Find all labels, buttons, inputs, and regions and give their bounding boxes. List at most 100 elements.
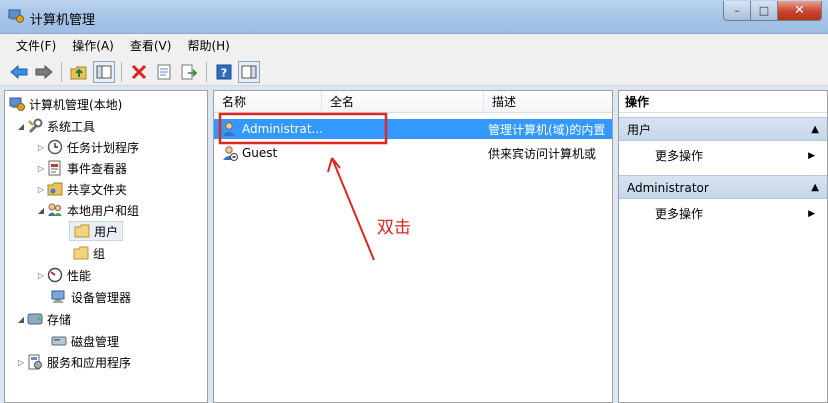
row-name: Administrat...: [242, 122, 322, 136]
list-header: 名称 全名 描述: [214, 91, 612, 113]
more-actions-item[interactable]: 更多操作 ▶: [619, 145, 827, 167]
column-header-description[interactable]: 描述: [484, 91, 612, 113]
help-icon: ?: [216, 64, 232, 79]
tree-item-event-viewer[interactable]: ▷ 事件查看器: [35, 158, 127, 178]
export-icon: [181, 64, 197, 79]
tree-item-label: 共享文件夹: [67, 182, 128, 197]
section-title: Administrator: [627, 181, 709, 195]
tree-item-groups[interactable]: 组: [73, 243, 105, 263]
tree-item-label: 本地用户和组: [67, 203, 140, 218]
actions-section-administrator[interactable]: Administrator ▲: [619, 175, 827, 200]
submenu-arrow-icon: ▶: [808, 151, 815, 161]
computer-management-icon: [9, 96, 25, 112]
back-arrow-icon: [10, 64, 28, 79]
action-pane-icon: [241, 65, 257, 78]
toolbar: ?: [0, 58, 828, 86]
actions-pane: 操作 用户 ▲ 更多操作 ▶ Administrator ▲ 更多操作 ▶: [618, 90, 828, 403]
close-button[interactable]: ✕: [778, 1, 822, 21]
tree-item-storage[interactable]: ◢ 存储: [15, 309, 71, 329]
tree-item-system-tools[interactable]: ◢ 系统工具: [15, 116, 95, 136]
menu-view[interactable]: 查看(V): [122, 34, 180, 58]
export-list-button[interactable]: [178, 61, 200, 83]
tree-item-label: 磁盘管理: [71, 334, 120, 349]
row-name: Guest: [242, 146, 278, 160]
clock-icon: [47, 139, 63, 155]
title-bar[interactable]: 计算机管理 – □ ✕: [0, 0, 828, 34]
tree-item-performance[interactable]: ▷ 性能: [35, 265, 91, 285]
column-header-name[interactable]: 名称: [214, 91, 322, 113]
console-tree[interactable]: 计算机管理(本地) ◢ 系统工具 ▷ 任务计划程序 ▷ 事件查看器 ▷ 共享文件…: [4, 90, 208, 403]
expand-arrow-icon[interactable]: ▷: [35, 271, 47, 280]
collapse-arrow-icon[interactable]: ◢: [15, 122, 27, 131]
event-viewer-icon: [47, 160, 63, 176]
services-icon: [27, 354, 43, 370]
toolbar-separator: [61, 61, 62, 82]
expand-arrow-icon[interactable]: ▷: [35, 143, 47, 152]
row-name-cell: Administrat...: [214, 121, 322, 137]
properties-button[interactable]: [153, 61, 175, 83]
show-hide-tree-button[interactable]: [93, 60, 115, 83]
action-label: 更多操作: [655, 207, 704, 221]
delete-button[interactable]: [128, 61, 150, 83]
actions-section-users[interactable]: 用户 ▲: [619, 117, 827, 142]
minimize-button[interactable]: –: [723, 1, 751, 21]
performance-icon: [47, 267, 63, 283]
svg-text:?: ?: [221, 66, 227, 79]
forward-arrow-icon: [35, 64, 53, 79]
tree-item-label: 组: [93, 246, 106, 261]
collapse-caret-icon[interactable]: ▲: [811, 176, 819, 200]
delete-icon: [131, 64, 147, 79]
back-button[interactable]: [8, 61, 30, 83]
help-button[interactable]: ?: [213, 61, 235, 83]
tree-item-computer-management[interactable]: 计算机管理(本地): [9, 94, 122, 114]
expand-arrow-icon[interactable]: ▷: [15, 358, 27, 367]
tree-item-users[interactable]: 用户: [69, 221, 124, 241]
expand-arrow-icon[interactable]: ▷: [35, 164, 47, 173]
menu-help[interactable]: 帮助(H): [179, 34, 237, 58]
expand-arrow-icon[interactable]: ▷: [35, 185, 47, 194]
table-row[interactable]: Administrat... 管理计算机(域)的内置: [214, 119, 612, 139]
tree-item-label: 用户: [94, 224, 119, 239]
action-label: 更多操作: [655, 149, 704, 163]
tree-item-local-users-groups[interactable]: ◢ 本地用户和组: [35, 200, 139, 220]
row-description: 供来宾访问计算机或: [488, 146, 597, 161]
tree-item-label: 存储: [47, 312, 72, 327]
shared-folder-icon: [47, 181, 63, 197]
forward-button[interactable]: [33, 61, 55, 83]
maximize-button[interactable]: □: [751, 1, 778, 21]
toolbar-separator: [121, 61, 122, 82]
up-folder-button[interactable]: [68, 61, 90, 83]
column-header-fullname[interactable]: 全名: [322, 91, 484, 113]
folder-icon: [74, 223, 90, 239]
up-folder-icon: [70, 66, 87, 79]
collapse-arrow-icon[interactable]: ◢: [15, 315, 27, 324]
storage-icon: [27, 311, 43, 327]
toolbar-separator: [206, 61, 207, 82]
table-row[interactable]: Guest 供来宾访问计算机或: [214, 143, 612, 163]
tree-item-label: 任务计划程序: [67, 140, 140, 155]
tree-item-task-scheduler[interactable]: ▷ 任务计划程序: [35, 137, 139, 157]
tree-item-label: 系统工具: [47, 119, 96, 134]
tree-item-label: 性能: [67, 268, 92, 283]
user-list[interactable]: 名称 全名 描述 Administrat... 管理计算机(域)的内置 Gues…: [213, 90, 613, 403]
actions-header: 操作: [619, 91, 827, 113]
section-title: 用户: [627, 123, 652, 137]
tree-item-shared-folders[interactable]: ▷ 共享文件夹: [35, 179, 127, 199]
collapse-arrow-icon[interactable]: ◢: [35, 206, 47, 215]
show-hide-action-pane-button[interactable]: [238, 60, 260, 83]
menu-action[interactable]: 操作(A): [64, 34, 122, 58]
submenu-arrow-icon: ▶: [808, 209, 815, 219]
tree-item-label: 服务和应用程序: [47, 355, 132, 370]
properties-icon: [157, 64, 171, 79]
tree-item-disk-management[interactable]: 磁盘管理: [51, 331, 119, 351]
tree-item-device-manager[interactable]: 设备管理器: [51, 287, 131, 307]
row-name-cell: Guest: [214, 145, 322, 161]
console-tree-icon: [96, 65, 112, 78]
device-manager-icon: [51, 289, 67, 305]
system-tools-icon: [27, 118, 43, 134]
computer-management-icon: [8, 8, 24, 24]
collapse-caret-icon[interactable]: ▲: [811, 118, 819, 142]
more-actions-item[interactable]: 更多操作 ▶: [619, 203, 827, 225]
tree-item-services-applications[interactable]: ▷ 服务和应用程序: [15, 352, 131, 372]
menu-file[interactable]: 文件(F): [8, 34, 64, 58]
